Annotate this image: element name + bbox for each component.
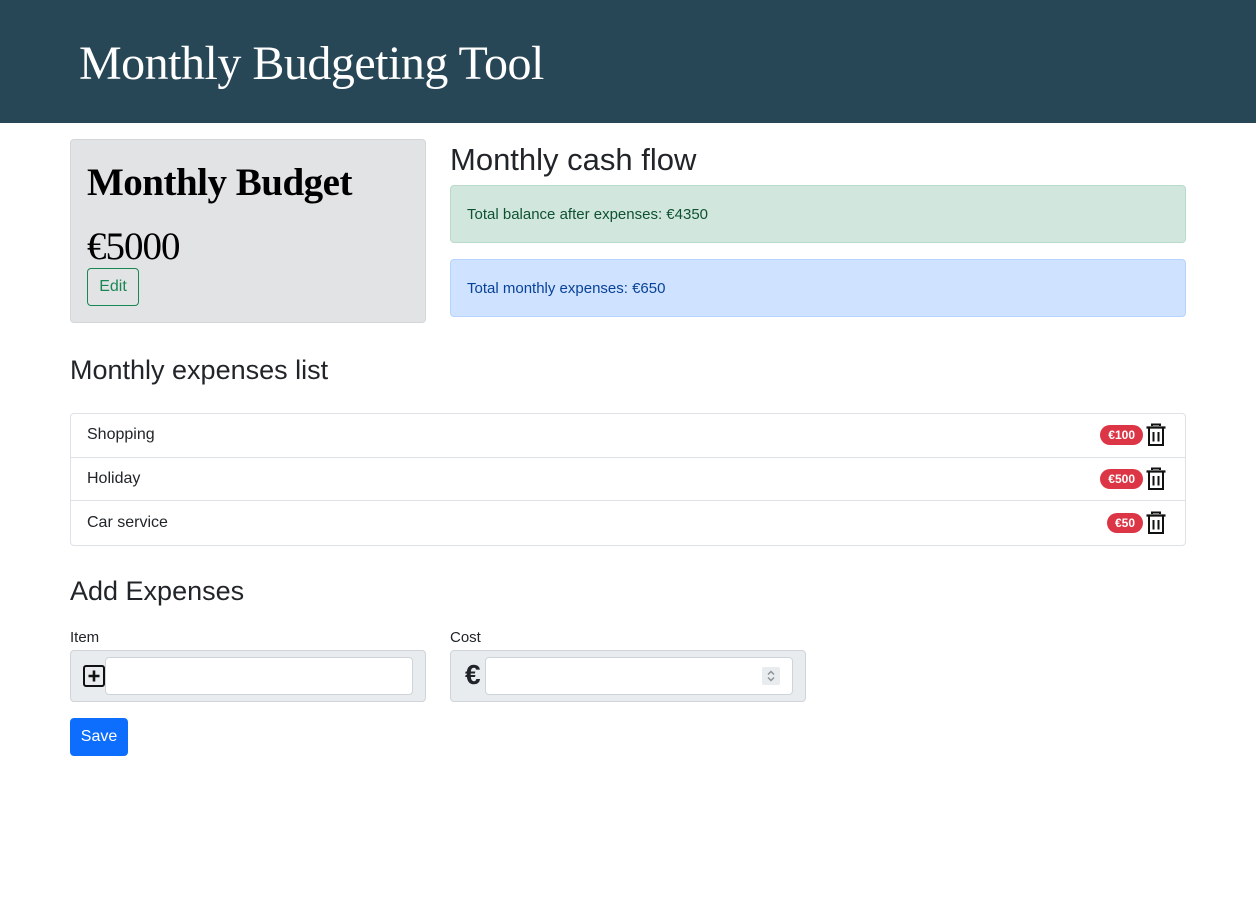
budget-card: Monthly Budget €5000 Edit: [70, 139, 426, 323]
list-item: Shopping €100: [71, 414, 1185, 458]
euro-icon: €: [465, 659, 481, 690]
cost-input-wrapper: [485, 657, 793, 695]
trash-icon[interactable]: [1145, 467, 1167, 491]
expenses-list-heading: Monthly expenses list: [70, 355, 329, 385]
edit-budget-button[interactable]: Edit: [87, 268, 139, 306]
add-expenses-heading: Add Expenses: [70, 576, 245, 606]
plus-square-icon: [83, 665, 105, 687]
expenses-list: Shopping €100 Holiday €500 Car service €…: [70, 413, 1186, 547]
budget-title: Monthly Budget: [87, 161, 352, 204]
number-spinner-icon[interactable]: [762, 667, 780, 685]
header-bar: Monthly Budgeting Tool: [0, 0, 1256, 123]
expenses-total-alert: Total monthly expenses: €650: [450, 259, 1186, 317]
cost-input-group: €: [450, 650, 806, 702]
trash-icon[interactable]: [1145, 423, 1167, 447]
expense-name: Car service: [87, 514, 168, 532]
expense-name: Shopping: [87, 426, 155, 444]
balance-alert: Total balance after expenses: €4350: [450, 185, 1186, 243]
app-title: Monthly Budgeting Tool: [79, 37, 544, 90]
cashflow-heading: Monthly cash flow: [450, 142, 697, 177]
item-input[interactable]: [105, 657, 413, 695]
cost-label: Cost: [450, 629, 481, 646]
expense-cost-badge: €50: [1106, 513, 1143, 534]
expense-cost-badge: €100: [1100, 425, 1143, 446]
item-input-group: [70, 650, 426, 702]
trash-icon[interactable]: [1145, 511, 1167, 535]
budget-amount: €5000: [87, 225, 180, 268]
cost-input[interactable]: [486, 658, 756, 694]
list-item: Car service €50: [71, 501, 1185, 545]
list-item: Holiday €500: [71, 458, 1185, 502]
expense-cost-badge: €500: [1100, 469, 1143, 490]
save-button[interactable]: Save: [70, 718, 128, 756]
item-label: Item: [70, 629, 100, 646]
expense-name: Holiday: [87, 470, 141, 488]
